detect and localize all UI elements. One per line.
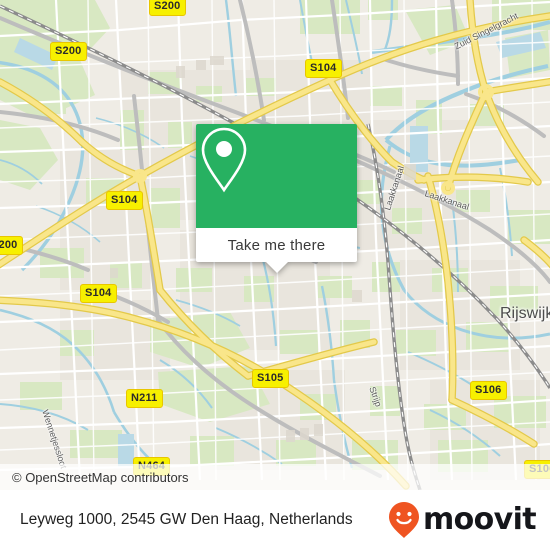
map-pin-icon	[201, 127, 247, 193]
moovit-wordmark: moovit	[422, 502, 537, 537]
map-canvas[interactable]: S200 S200 S104 S104 S200 S104 S105 S106 …	[0, 0, 550, 490]
city-label-rijswijk: Rijswijk	[500, 305, 550, 322]
road-shield: S200	[149, 0, 186, 16]
road-shield: S104	[305, 59, 342, 78]
marker-card-cta[interactable]: Take me there	[196, 228, 357, 273]
marker-card-header	[196, 124, 357, 228]
road-shield: S105	[252, 369, 289, 388]
road-shield: S200	[50, 42, 87, 61]
address-text: Leyweg 1000, 2545 GW Den Haag, Netherlan…	[20, 511, 353, 528]
take-me-there-label: Take me there	[227, 236, 326, 254]
location-marker-card[interactable]: Take me there	[196, 124, 357, 273]
marker-card-tail	[265, 262, 288, 273]
footer-bar: Leyweg 1000, 2545 GW Den Haag, Netherlan…	[0, 490, 550, 550]
road-shield: S200	[0, 236, 23, 255]
map-screenshot: S200 S200 S104 S104 S200 S104 S105 S106 …	[0, 0, 550, 550]
road-shield: N211	[126, 389, 163, 408]
moovit-smiley-pin-icon	[388, 502, 419, 538]
road-shield: S106	[470, 381, 507, 400]
moovit-logo[interactable]: moovit	[387, 500, 550, 540]
osm-attribution-text[interactable]: © OpenStreetMap contributors	[0, 470, 189, 485]
road-shield: S104	[106, 191, 143, 210]
road-shield: S104	[80, 284, 117, 303]
map-attribution-bar: © OpenStreetMap contributors	[0, 464, 550, 490]
